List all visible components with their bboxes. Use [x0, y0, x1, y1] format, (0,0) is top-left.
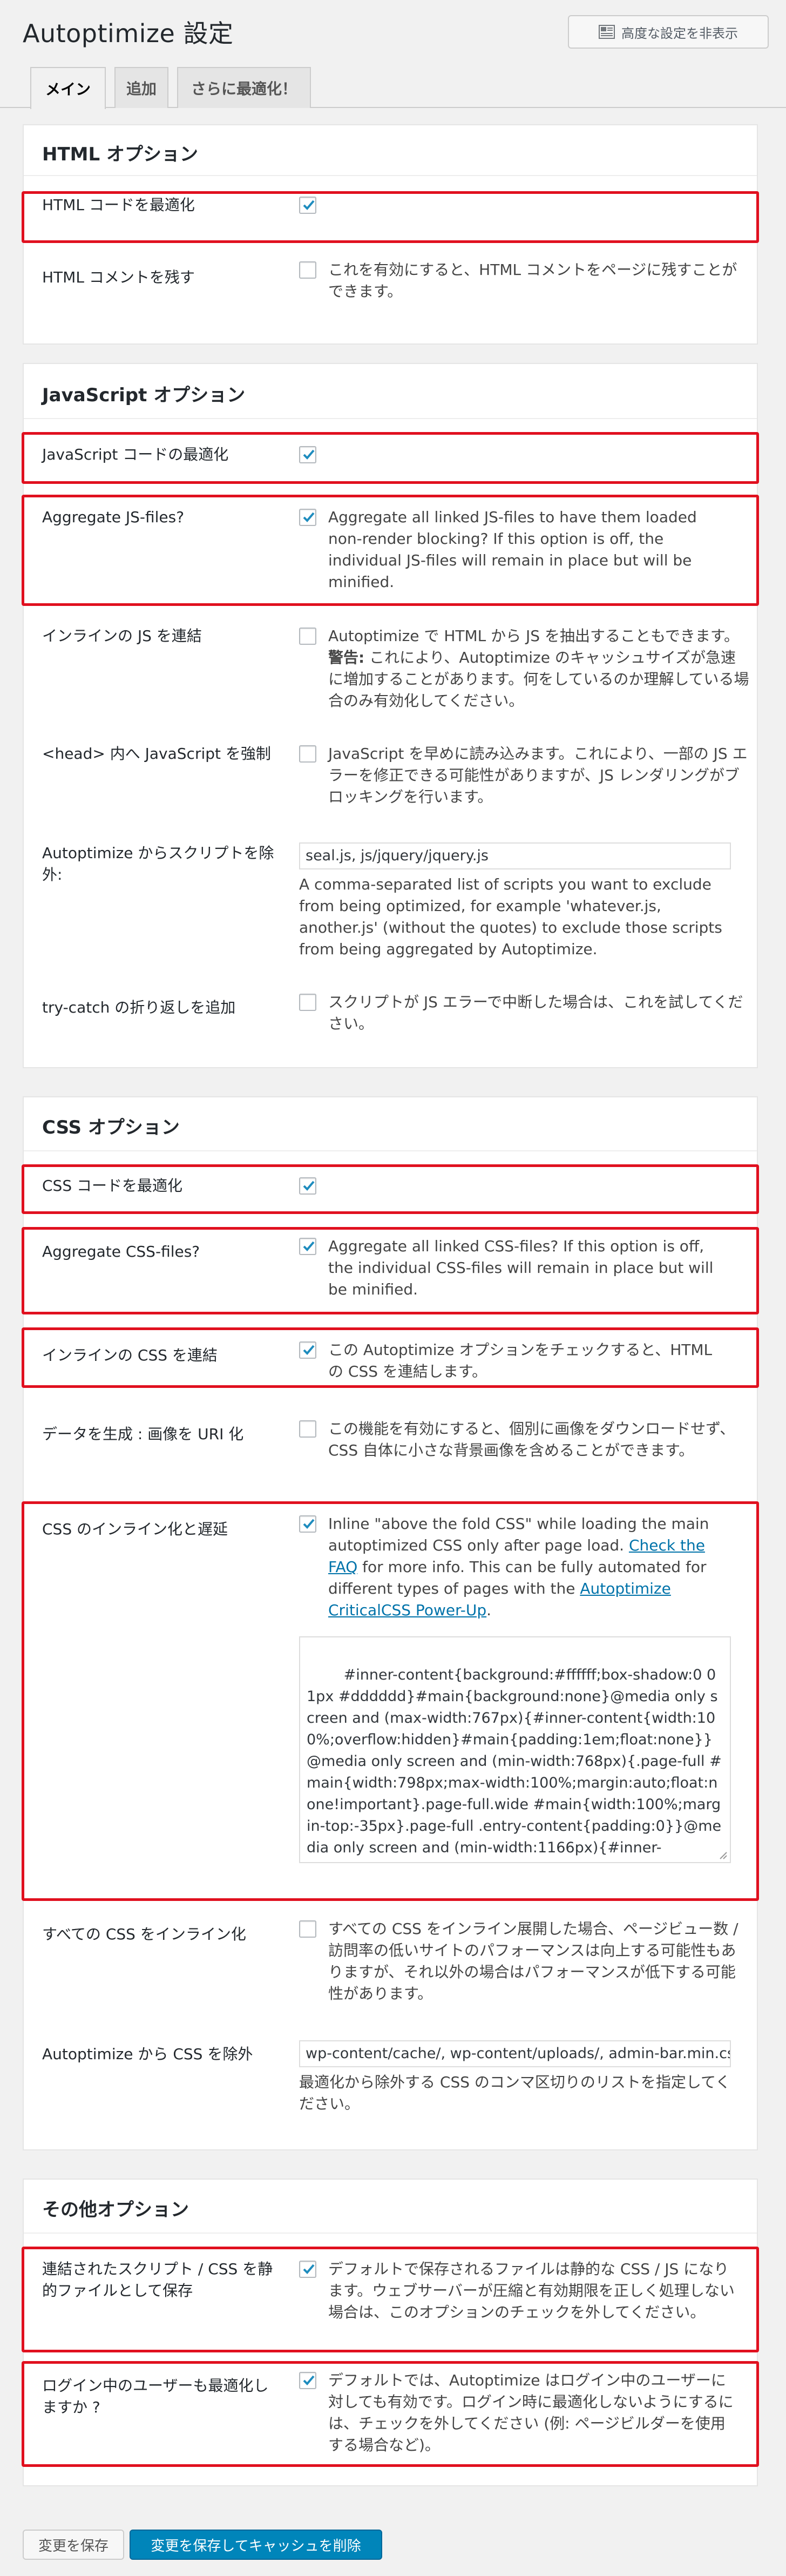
css-aggregate-label: Aggregate CSS-files?	[42, 1243, 200, 1260]
js-aggregate-label: Aggregate JS-files?	[42, 508, 185, 526]
settings-toggle-icon	[599, 25, 615, 39]
js-inline-checkbox[interactable]	[299, 628, 316, 645]
js-trycatch-desc: スクリプトが JS エラーで中断した場合は、これを試してください。	[328, 993, 743, 1033]
resize-handle-icon[interactable]	[718, 1850, 728, 1860]
js-trycatch-checkbox[interactable]	[299, 994, 316, 1011]
html-options-panel: HTML オプション HTML コードを最適化 HTML コメントを残す これを…	[23, 124, 758, 345]
css-inline-desc: この Autoptimize オプションをチェックすると、HTML の CSS …	[328, 1341, 713, 1380]
js-exclude-label: Autoptimize からスクリプトを除外:	[42, 844, 274, 884]
html-optimize-label: HTML コードを最適化	[42, 196, 195, 214]
tab-bar: メイン 追加 さらに最適化！	[0, 67, 786, 109]
check-icon	[303, 1519, 315, 1529]
js-forcehead-checkbox[interactable]	[299, 745, 316, 763]
divider	[24, 175, 757, 176]
tab-extra[interactable]: 追加	[114, 67, 168, 108]
html-comments-label: HTML コメントを残す	[42, 268, 195, 286]
check-icon	[303, 1181, 315, 1191]
css-defer-textarea[interactable]: #inner-content{background:#ffffff;box-sh…	[299, 1636, 731, 1863]
js-aggregate-checkbox[interactable]	[299, 509, 316, 526]
js-options-panel: JavaScript オプション JavaScript コードの最適化 Aggr…	[23, 363, 758, 1068]
js-forcehead-desc: JavaScript を早めに読み込みます。これにより、一部の JS エラーを修…	[328, 745, 748, 806]
css-defer-textarea-value: #inner-content{background:#ffffff;box-sh…	[307, 1667, 722, 1856]
css-exclude-label: Autoptimize から CSS を除外	[42, 2045, 253, 2063]
tab-main[interactable]: メイン	[30, 67, 106, 109]
css-optimize-label: CSS コードを最適化	[42, 1177, 182, 1195]
js-exclude-desc: A comma-separated list of scripts you wa…	[299, 875, 722, 958]
check-icon	[303, 200, 315, 210]
misc-loggedin-label: ログイン中のユーザーも最適化しますか ?	[42, 2377, 269, 2416]
html-comments-checkbox[interactable]	[299, 261, 316, 279]
check-icon	[303, 449, 315, 460]
css-inlineall-desc: すべての CSS をインライン展開した場合、ページビュー数 / 訪問率の低いサイ…	[328, 1920, 738, 2002]
css-options-title: CSS オプション	[42, 1117, 180, 1138]
check-icon	[303, 2264, 315, 2274]
divider	[24, 418, 757, 419]
css-defer-desc: Inline "above the fold CSS" while loadin…	[328, 1515, 709, 1619]
css-defer-label: CSS のインライン化と遅延	[42, 1520, 228, 1538]
misc-loggedin-checkbox[interactable]	[299, 2372, 316, 2389]
css-aggregate-desc: Aggregate all linked CSS-files? If this …	[328, 1237, 714, 1298]
misc-loggedin-desc: デフォルトでは、Autoptimize はログイン中のユーザーに対しても有効です…	[328, 2371, 734, 2454]
settings-page: Autoptimize 設定 高度な設定を非表示 メイン 追加 さらに最適化！ …	[0, 0, 786, 2576]
js-trycatch-label: try-catch の折り返しを追加	[42, 999, 236, 1016]
toggle-advanced-label: 高度な設定を非表示	[621, 25, 738, 41]
misc-static-checkbox[interactable]	[299, 2261, 316, 2278]
css-inlineall-label: すべての CSS をインライン化	[42, 1925, 246, 1943]
check-icon	[303, 1241, 315, 1251]
js-optimize-label: JavaScript コードの最適化	[42, 446, 229, 463]
css-inlineall-checkbox[interactable]	[299, 1920, 316, 1938]
js-forcehead-label: <head> 内へ JavaScript を強制	[42, 745, 271, 763]
misc-options-title: その他オプション	[42, 2199, 189, 2221]
html-optimize-checkbox[interactable]	[299, 197, 316, 214]
check-icon	[303, 1345, 315, 1355]
css-options-panel: CSS オプション CSS コードを最適化 Aggregate CSS-file…	[23, 1096, 758, 2150]
tab-optimize-more[interactable]: さらに最適化！	[177, 67, 311, 108]
save-and-clear-cache-button[interactable]: 変更を保存してキャッシュを削除	[130, 2530, 382, 2560]
divider	[24, 2233, 757, 2234]
check-icon	[303, 2375, 315, 2385]
js-inline-desc: Autoptimize で HTML から JS を抽出することもできます。警告…	[328, 627, 749, 710]
html-comments-desc: これを有効にすると、HTML コメントをページに残すことができます。	[328, 261, 737, 300]
js-exclude-input[interactable]: seal.js, js/jquery/jquery.js	[299, 842, 731, 869]
js-inline-label: インラインの JS を連結	[42, 627, 202, 645]
divider	[24, 1150, 757, 1151]
js-optimize-checkbox[interactable]	[299, 446, 316, 463]
check-icon	[303, 512, 315, 522]
css-exclude-input[interactable]: wp-content/cache/, wp-content/uploads/, …	[299, 2040, 731, 2067]
misc-static-label: 連結されたスクリプト / CSS を静的ファイルとして保存	[42, 2260, 273, 2299]
css-datauri-desc: この機能を有効にすると、個別に画像をダウンロードせず、CSS 自体に小さな背景画…	[328, 1420, 735, 1459]
page-title: Autoptimize 設定	[23, 19, 234, 48]
misc-options-panel: その他オプション 連結されたスクリプト / CSS を静的ファイルとして保存 デ…	[23, 2179, 758, 2486]
css-inline-checkbox[interactable]	[299, 1341, 316, 1359]
html-options-title: HTML オプション	[42, 144, 198, 165]
js-options-title: JavaScript オプション	[42, 385, 246, 406]
css-datauri-checkbox[interactable]	[299, 1420, 316, 1438]
css-optimize-checkbox[interactable]	[299, 1177, 316, 1195]
js-aggregate-desc: Aggregate all linked JS-files to have th…	[328, 508, 697, 591]
css-aggregate-checkbox[interactable]	[299, 1238, 316, 1255]
toggle-advanced-button[interactable]: 高度な設定を非表示	[568, 15, 769, 49]
css-exclude-desc: 最適化から除外する CSS のコンマ区切りのリストを指定してください。	[299, 2073, 731, 2113]
css-datauri-label: データを生成 : 画像を URI 化	[42, 1425, 244, 1443]
misc-static-desc: デフォルトで保存されるファイルは静的な CSS / JS になります。ウェブサー…	[328, 2260, 735, 2321]
css-inline-label: インラインの CSS を連結	[42, 1346, 218, 1364]
save-button[interactable]: 変更を保存	[23, 2530, 124, 2560]
css-defer-checkbox[interactable]	[299, 1515, 316, 1533]
